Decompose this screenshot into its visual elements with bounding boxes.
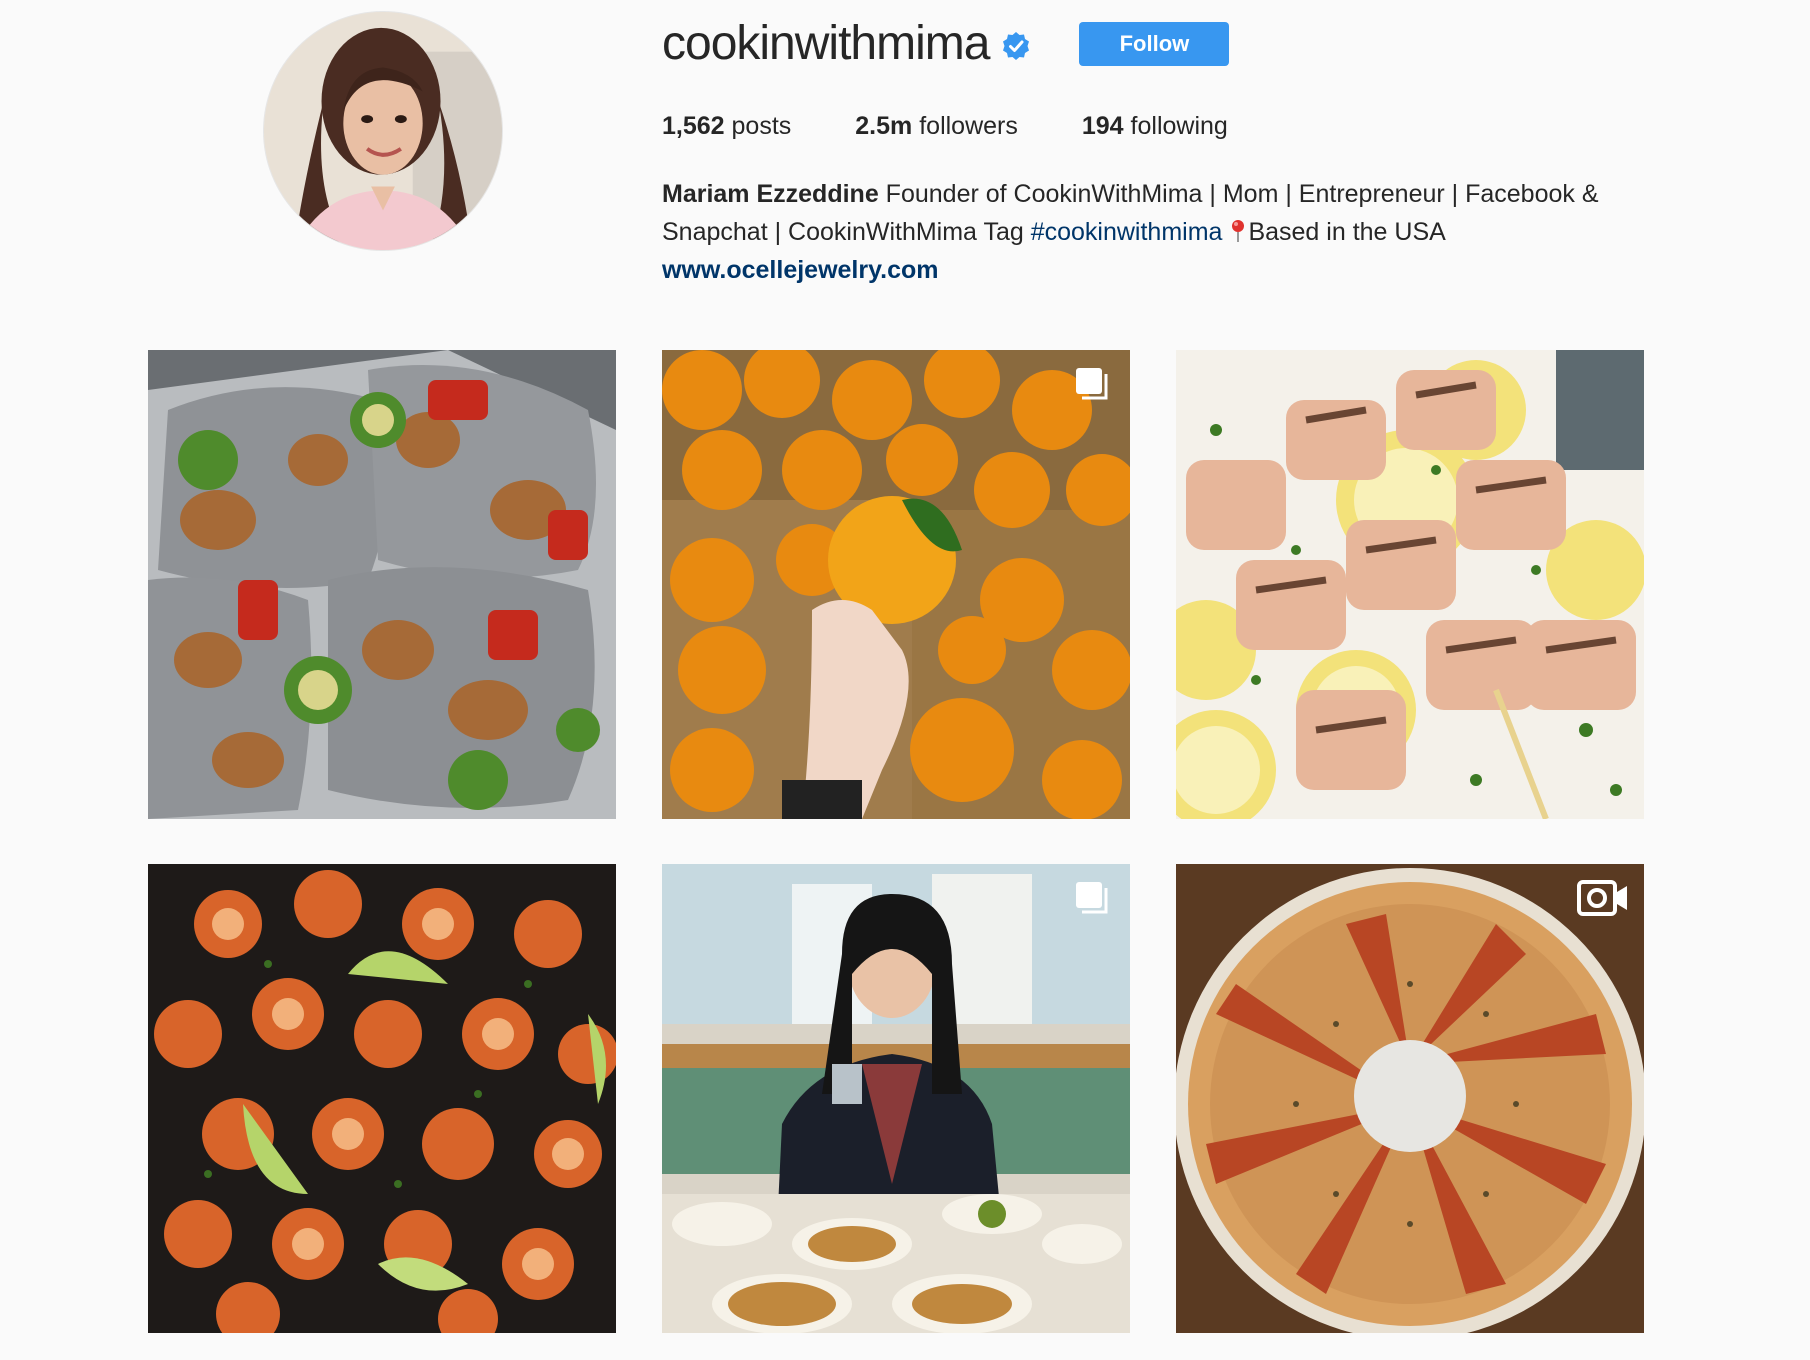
post-tile[interactable] — [662, 864, 1130, 1333]
stats-row: 1,562 posts 2.5m followers 194 following — [662, 112, 1682, 141]
bio-location-text: Based in the USA — [1248, 218, 1445, 246]
following-label: following — [1130, 112, 1228, 140]
carousel-icon — [1072, 878, 1112, 918]
avatar-image — [264, 12, 502, 250]
post-tile[interactable] — [148, 350, 616, 819]
bio-name: Mariam Ezzeddine — [662, 180, 879, 208]
followers-label: followers — [919, 112, 1018, 140]
post-image-shrimp — [148, 864, 616, 1333]
stat-following[interactable]: 194 following — [1082, 112, 1228, 141]
following-count: 194 — [1081, 112, 1124, 140]
bio-hashtag-link[interactable]: #cookinwithmima — [1031, 218, 1223, 246]
bio-website-link[interactable]: www.ocellejewelry.com — [662, 256, 939, 284]
avatar[interactable] — [263, 11, 503, 251]
post-tile[interactable] — [1176, 864, 1644, 1333]
carousel-icon — [1072, 364, 1112, 404]
followers-count: 2.5m — [855, 112, 913, 140]
stat-posts: 1,562 posts — [662, 112, 791, 141]
round-pushpin-icon — [1230, 216, 1246, 242]
title-row: cookinwithmima Follow — [662, 14, 1682, 74]
profile-header: cookinwithmima Follow 1,562 posts 2.5m f… — [0, 0, 1810, 300]
post-image-foil-packets — [148, 350, 616, 819]
stat-followers[interactable]: 2.5m followers — [855, 112, 1018, 141]
post-image-salmon-skewers — [1176, 350, 1644, 819]
video-camera-icon — [1576, 878, 1630, 918]
follow-button[interactable]: Follow — [1079, 22, 1230, 66]
username: cookinwithmima — [662, 17, 990, 70]
post-tile[interactable] — [662, 350, 1130, 819]
posts-count: 1,562 — [662, 112, 725, 140]
posts-label: posts — [731, 112, 792, 140]
post-image-restaurant — [662, 864, 1130, 1333]
post-image-bread-ring — [1176, 864, 1644, 1333]
bio: Mariam Ezzeddine Founder of CookinWithMi… — [662, 175, 1642, 289]
profile-info: cookinwithmima Follow 1,562 posts 2.5m f… — [662, 14, 1682, 289]
post-tile[interactable] — [148, 864, 616, 1333]
verified-badge-icon — [1001, 31, 1031, 61]
post-image-oranges — [662, 350, 1130, 819]
post-tile[interactable] — [1176, 350, 1644, 819]
